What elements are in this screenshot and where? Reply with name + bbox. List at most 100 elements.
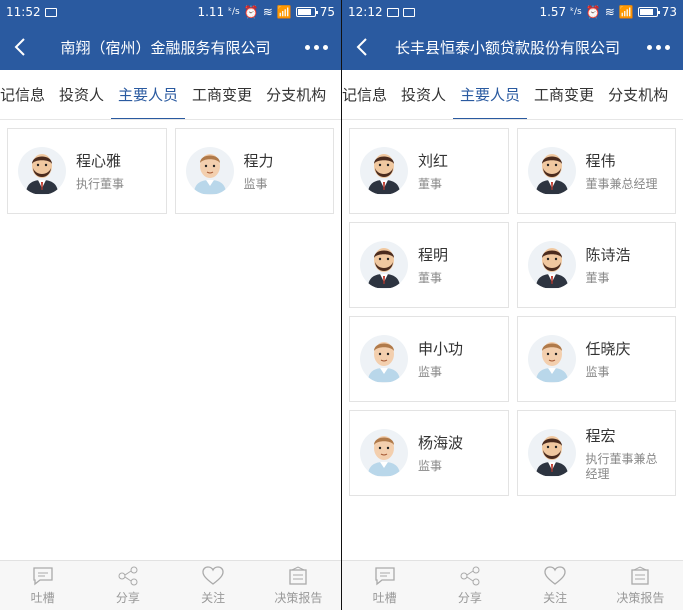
person-name: 任晓庆 [585,340,631,358]
network-speed: 1.11 [197,5,225,19]
notification-icon [44,7,57,17]
person-card[interactable]: 任晓庆 监事 [516,316,676,402]
person-role: 董事兼总经理 [585,177,658,191]
bottom-bar: 吐槽 分享 关注 决策报告 [0,560,341,610]
tab-key-personnel[interactable]: 主要人员 [111,70,186,119]
person-name: 陈诗浩 [585,246,631,264]
tab-registration[interactable]: 记信息 [0,70,52,119]
report-button[interactable]: 决策报告 [256,561,341,610]
battery-level: 73 [661,5,677,19]
person-name: 杨海波 [418,434,464,452]
person-card[interactable]: 陈诗浩 董事 [516,222,676,308]
nav-bar: 南翔（宿州）金融服务有限公司 [0,24,341,70]
bearded-man-avatar-icon [360,147,408,195]
person-role: 监事 [243,177,268,191]
bearded-man-avatar-icon [527,429,576,477]
signal-icon: 📶 [618,5,634,19]
chat-icon [32,566,53,585]
tab-registration[interactable]: 记信息 [342,70,394,119]
person-role: 监事 [418,459,443,473]
person-name: 刘红 [418,152,449,170]
page-title: 长丰县恒泰小额贷款股份有限公司 [394,38,620,57]
person-card[interactable]: 程宏 执行董事兼总经理 [516,410,676,496]
report-icon [631,565,650,585]
complain-button[interactable]: 吐槽 [0,561,85,610]
battery-icon [637,7,660,17]
chevron-left-icon [14,38,25,56]
complain-button[interactable]: 吐槽 [342,561,427,610]
tab-investors[interactable]: 投资人 [394,70,453,119]
back-button[interactable] [342,24,382,70]
personnel-grid: 刘红 董事 程伟 董事兼总经理 程明 董事 陈诗浩 董事 申小功 监事 任晓庆 监事 杨海波 监事 程宏 执行… [342,120,683,504]
share-button[interactable]: 分享 [427,561,512,610]
chevron-left-icon [356,38,367,56]
person-role: 监事 [418,365,443,379]
notification-icon [402,7,415,17]
alarm-icon: ⏰ [243,5,259,19]
nav-bar: 长丰县恒泰小额贷款股份有限公司 [342,24,683,70]
more-button[interactable] [291,24,341,70]
tab-key-personnel[interactable]: 主要人员 [453,70,528,119]
status-time: 11:52 [6,5,41,19]
speed-unit-icon: ᵏ/s [228,7,240,17]
person-card[interactable]: 申小功 监事 [349,316,509,402]
bearded-man-avatar-icon [527,147,576,195]
person-card[interactable]: 程伟 董事兼总经理 [516,128,676,214]
share-icon [118,566,138,585]
person-card[interactable]: 程明 董事 [349,222,509,308]
speed-unit-icon: ᵏ/s [570,7,582,17]
person-card[interactable]: 刘红 董事 [349,128,509,214]
person-role: 董事 [418,271,443,285]
heart-icon [202,565,224,585]
person-card[interactable]: 程力 监事 [174,128,334,214]
alarm-icon: ⏰ [585,5,601,19]
bearded-man-avatar-icon [18,147,66,195]
person-name: 程明 [418,246,449,264]
left-screen: 11:52 1.11 ᵏ/s ⏰ ≋ 📶 75 南翔（宿州）金融服务有限公司 记… [0,0,341,610]
report-button[interactable]: 决策报告 [598,561,683,610]
person-card[interactable]: 杨海波 监事 [349,410,509,496]
battery-icon [295,7,318,17]
status-time: 12:12 [348,5,383,19]
battery-level: 75 [319,5,335,19]
status-bar: 12:12 1.57 ᵏ/s ⏰ ≋ 📶 73 [342,0,683,24]
wifi-icon: ≋ [262,5,273,19]
tab-business-changes[interactable]: 工商变更 [527,70,601,119]
young-man-avatar-icon [185,147,234,195]
follow-button[interactable]: 关注 [513,561,598,610]
tab-business-changes[interactable]: 工商变更 [185,70,259,119]
back-button[interactable] [0,24,40,70]
signal-icon: 📶 [276,5,292,19]
person-name: 程伟 [585,152,616,170]
follow-button[interactable]: 关注 [171,561,256,610]
more-button[interactable] [633,24,683,70]
image-icon [386,7,399,17]
person-name: 申小功 [418,340,464,358]
person-role: 执行董事 [76,177,125,191]
person-name: 程心雅 [76,152,122,170]
personnel-grid: 程心雅 执行董事 程力 监事 [0,120,341,222]
status-bar: 11:52 1.11 ᵏ/s ⏰ ≋ 📶 75 [0,0,341,24]
page-title: 南翔（宿州）金融服务有限公司 [60,38,271,57]
heart-icon [544,565,566,585]
person-role: 监事 [585,365,610,379]
bearded-man-avatar-icon [527,241,576,289]
network-speed: 1.57 [539,5,567,19]
person-name: 程宏 [585,426,616,445]
tab-branches[interactable]: 分支机构 [601,70,675,119]
report-icon [289,565,308,585]
bearded-man-avatar-icon [360,241,408,289]
chat-icon [374,566,395,585]
young-man-avatar-icon [360,429,408,477]
person-card[interactable]: 程心雅 执行董事 [7,128,167,214]
bottom-bar: 吐槽 分享 关注 决策报告 [342,560,683,610]
tab-branches[interactable]: 分支机构 [259,70,333,119]
right-screen: 12:12 1.57 ᵏ/s ⏰ ≋ 📶 73 长丰县恒泰小额贷款股份有限公司 … [342,0,683,610]
tab-investors[interactable]: 投资人 [52,70,111,119]
share-icon [460,566,480,585]
young-man-avatar-icon [527,335,576,383]
young-man-avatar-icon [360,335,408,383]
share-button[interactable]: 分享 [85,561,170,610]
wifi-icon: ≋ [604,5,615,19]
tab-bar: 记信息 投资人 主要人员 工商变更 分支机构 [342,70,683,120]
